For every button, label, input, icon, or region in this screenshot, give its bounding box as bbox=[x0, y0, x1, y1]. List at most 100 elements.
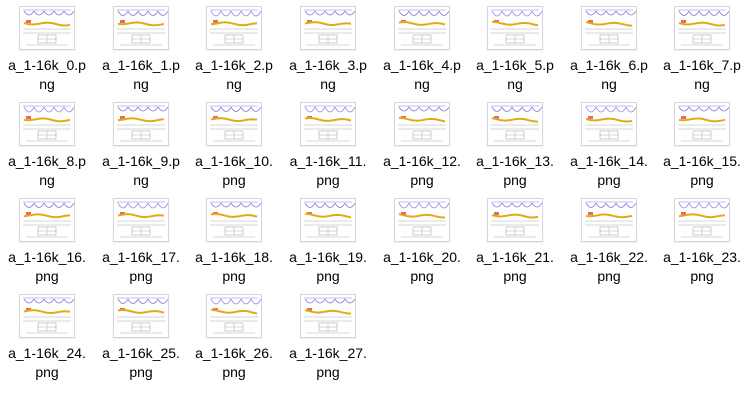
file-name-line2: png bbox=[129, 268, 153, 284]
file-name: a_1-16k_10. png bbox=[188, 152, 280, 190]
image-thumbnail bbox=[206, 198, 262, 242]
file-item[interactable]: a_1-16k_5.png bbox=[468, 0, 562, 94]
file-name-line1: a_1-16k_5.p bbox=[476, 57, 554, 73]
file-item[interactable]: a_1-16k_20. png bbox=[375, 192, 469, 286]
file-item[interactable]: a_1-16k_11.png bbox=[281, 96, 375, 190]
file-item[interactable]: a_1-16k_4.p ng bbox=[375, 0, 469, 94]
file-name-line1: a_1-16k_19. bbox=[289, 249, 367, 265]
file-name-line2: ng bbox=[320, 76, 336, 92]
file-name-line1: a_1-16k_20. bbox=[383, 249, 461, 265]
file-grid: a_1-16k_0.p ng a_1-16k_1.p ng a_1-16k_2.pn… bbox=[0, 0, 747, 413]
image-thumbnail bbox=[300, 102, 356, 146]
image-thumbnail bbox=[487, 6, 543, 50]
file-item[interactable]: a_1-16k_10. png bbox=[187, 96, 281, 190]
file-item[interactable]: a_1-16k_16. png bbox=[0, 192, 94, 286]
image-thumbnail bbox=[206, 6, 262, 50]
file-name: a_1-16k_19.png bbox=[282, 248, 374, 286]
file-item[interactable]: a_1-16k_9.png bbox=[94, 96, 188, 190]
image-thumbnail bbox=[581, 102, 637, 146]
file-name-line1: a_1-16k_27. bbox=[289, 345, 367, 361]
file-name-line2: ng bbox=[601, 76, 617, 92]
file-name-line2: ng bbox=[507, 76, 523, 92]
image-thumbnail bbox=[206, 102, 262, 146]
image-thumbnail bbox=[674, 102, 730, 146]
file-name: a_1-16k_20. png bbox=[376, 248, 468, 286]
file-name-line2: png bbox=[316, 172, 340, 188]
file-item[interactable]: a_1-16k_7.p ng bbox=[655, 0, 747, 94]
image-thumbnail bbox=[113, 102, 169, 146]
file-name: a_1-16k_6.png bbox=[563, 56, 655, 94]
file-name: a_1-16k_21. png bbox=[469, 248, 561, 286]
file-name: a_1-16k_4.p ng bbox=[376, 56, 468, 94]
file-name-line1: a_1-16k_6.p bbox=[570, 57, 648, 73]
file-item[interactable]: a_1-16k_6.png bbox=[562, 0, 656, 94]
file-item[interactable]: a_1-16k_3.p ng bbox=[281, 0, 375, 94]
file-name-line2: png bbox=[690, 268, 714, 284]
image-thumbnail bbox=[113, 6, 169, 50]
file-name-line1: a_1-16k_4.p bbox=[383, 57, 461, 73]
image-thumbnail bbox=[581, 6, 637, 50]
file-item[interactable]: a_1-16k_12. png bbox=[375, 96, 469, 190]
file-item[interactable]: a_1-16k_26.png bbox=[187, 288, 281, 382]
file-name-line2: ng bbox=[133, 172, 149, 188]
file-name: a_1-16k_0.p ng bbox=[1, 56, 93, 94]
file-name: a_1-16k_17.png bbox=[95, 248, 187, 286]
file-name-line2: png bbox=[129, 364, 153, 380]
file-name: a_1-16k_2.png bbox=[188, 56, 280, 94]
file-name: a_1-16k_23.png bbox=[656, 248, 747, 286]
file-item[interactable]: a_1-16k_14. png bbox=[562, 96, 656, 190]
file-name-line2: png bbox=[597, 268, 621, 284]
file-item[interactable]: a_1-16k_23.png bbox=[655, 192, 747, 286]
file-name-line1: a_1-16k_13. bbox=[476, 153, 554, 169]
file-name-line1: a_1-16k_26. bbox=[195, 345, 273, 361]
file-name-line2: ng bbox=[226, 76, 242, 92]
file-name-line1: a_1-16k_11. bbox=[289, 153, 367, 169]
file-item[interactable]: a_1-16k_22. png bbox=[562, 192, 656, 286]
file-name: a_1-16k_7.p ng bbox=[656, 56, 747, 94]
file-name: a_1-16k_11.png bbox=[282, 152, 374, 190]
file-item[interactable]: a_1-16k_19.png bbox=[281, 192, 375, 286]
file-name: a_1-16k_3.p ng bbox=[282, 56, 374, 94]
file-name-line1: a_1-16k_17. bbox=[102, 249, 180, 265]
file-name: a_1-16k_16. png bbox=[1, 248, 93, 286]
file-name-line1: a_1-16k_23. bbox=[663, 249, 741, 265]
file-name-line1: a_1-16k_10. bbox=[195, 153, 273, 169]
file-item[interactable]: a_1-16k_27. png bbox=[281, 288, 375, 382]
file-name-line2: png bbox=[222, 364, 246, 380]
image-thumbnail bbox=[113, 198, 169, 242]
file-name-line1: a_1-16k_8.p bbox=[8, 153, 86, 169]
image-thumbnail bbox=[581, 198, 637, 242]
file-name-line1: a_1-16k_9.p bbox=[102, 153, 180, 169]
file-name-line1: a_1-16k_18. bbox=[195, 249, 273, 265]
file-name-line2: png bbox=[35, 364, 59, 380]
file-name-line1: a_1-16k_25. bbox=[102, 345, 180, 361]
file-item[interactable]: a_1-16k_1.p ng bbox=[94, 0, 188, 94]
file-item[interactable]: a_1-16k_13. png bbox=[468, 96, 562, 190]
file-name: a_1-16k_9.png bbox=[95, 152, 187, 190]
file-name: a_1-16k_15. png bbox=[656, 152, 747, 190]
file-name-line1: a_1-16k_12. bbox=[383, 153, 461, 169]
file-item[interactable]: a_1-16k_18.png bbox=[187, 192, 281, 286]
file-item[interactable]: a_1-16k_24.png bbox=[0, 288, 94, 382]
file-name: a_1-16k_25.png bbox=[95, 344, 187, 382]
file-item[interactable]: a_1-16k_17.png bbox=[94, 192, 188, 286]
file-item[interactable]: a_1-16k_8.p ng bbox=[0, 96, 94, 190]
file-name-line1: a_1-16k_21. bbox=[476, 249, 554, 265]
file-name: a_1-16k_22. png bbox=[563, 248, 655, 286]
file-item[interactable]: a_1-16k_25.png bbox=[94, 288, 188, 382]
file-name-line2: ng bbox=[39, 76, 55, 92]
file-name-line2: ng bbox=[694, 76, 710, 92]
file-name-line2: png bbox=[222, 268, 246, 284]
file-name: a_1-16k_14. png bbox=[563, 152, 655, 190]
file-name-line1: a_1-16k_24. bbox=[8, 345, 86, 361]
image-thumbnail bbox=[19, 6, 75, 50]
file-name-line2: png bbox=[690, 172, 714, 188]
file-name-line1: a_1-16k_2.p bbox=[195, 57, 273, 73]
file-name-line2: png bbox=[316, 268, 340, 284]
file-item[interactable]: a_1-16k_15. png bbox=[655, 96, 747, 190]
file-name: a_1-16k_18.png bbox=[188, 248, 280, 286]
file-item[interactable]: a_1-16k_2.png bbox=[187, 0, 281, 94]
file-item[interactable]: a_1-16k_0.p ng bbox=[0, 0, 94, 94]
file-item[interactable]: a_1-16k_21. png bbox=[468, 192, 562, 286]
image-thumbnail bbox=[300, 198, 356, 242]
